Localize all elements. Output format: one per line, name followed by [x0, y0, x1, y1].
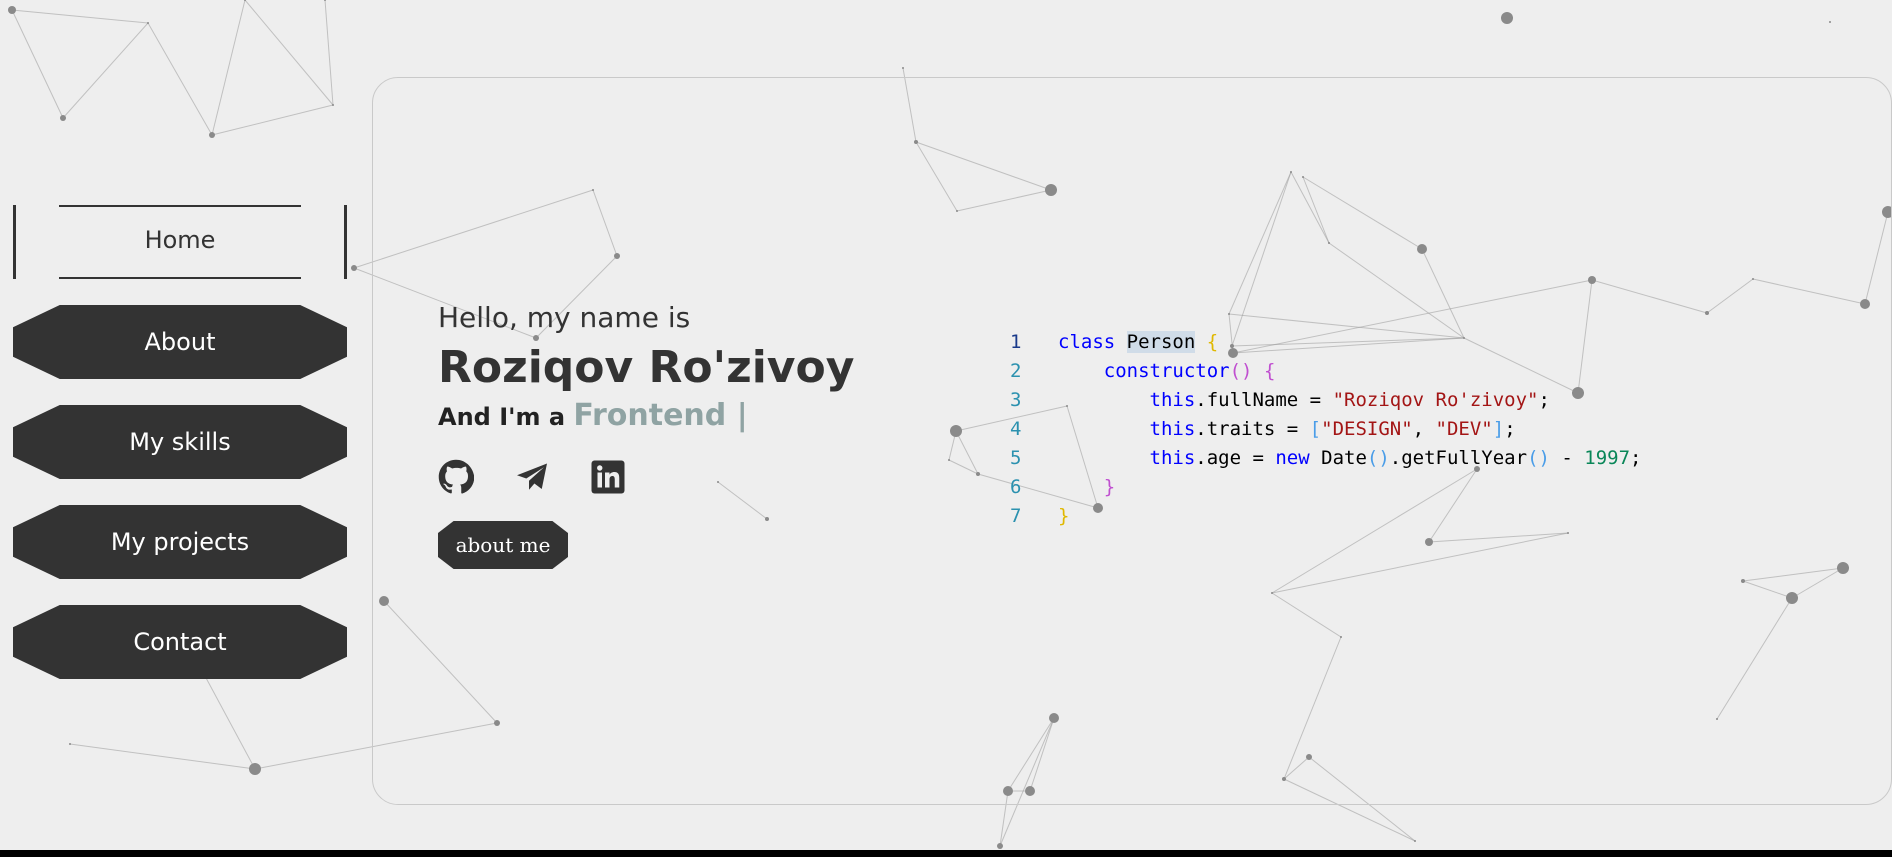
line-number: 3 — [1010, 389, 1022, 411]
code-line: 6 } — [1010, 473, 1642, 502]
code-brace: } — [1103, 476, 1116, 498]
network-particle — [324, 0, 326, 1]
code-line: 1 class Person { — [1010, 328, 1642, 357]
code-semicolon: ; — [1630, 447, 1642, 469]
network-particle — [249, 763, 261, 775]
nav-home-label: Home — [144, 226, 216, 254]
nav-home-button[interactable]: Home — [13, 205, 347, 279]
code-line: 2 constructor() { — [1010, 357, 1642, 386]
code-line: 7 } — [1010, 502, 1642, 531]
nav-projects-button[interactable]: My projects — [13, 505, 347, 579]
code-class-name: Person — [1126, 331, 1196, 353]
code-this: this — [1149, 447, 1196, 469]
typed-role: Frontend | — [573, 398, 748, 433]
network-particle — [332, 104, 334, 106]
github-icon[interactable] — [438, 459, 475, 495]
network-link — [62, 22, 149, 119]
nav-skills-button[interactable]: My skills — [13, 405, 347, 479]
line-number: 1 — [1010, 331, 1022, 353]
hero-name: Roziqov Ro'zivoy — [438, 342, 855, 393]
code-parens: () — [1527, 447, 1550, 469]
network-particle — [69, 743, 71, 745]
nav-about-label: About — [144, 328, 216, 356]
code-snippet: 1 class Person { 2 constructor() { 3 thi… — [1010, 328, 1642, 531]
network-link — [211, 104, 334, 136]
code-brace: { — [1263, 360, 1276, 382]
line-number: 2 — [1010, 360, 1022, 382]
about-me-button[interactable]: about me — [438, 521, 568, 569]
network-link — [11, 9, 64, 119]
network-particle — [351, 265, 357, 271]
code-brace: { — [1206, 331, 1219, 353]
code-age-prop: .age = — [1195, 447, 1276, 469]
network-link — [244, 0, 334, 106]
network-particle — [60, 115, 66, 121]
code-string: "Roziqov Ro'zivoy" — [1332, 389, 1539, 411]
code-brace: } — [1058, 505, 1070, 527]
network-link — [324, 0, 334, 106]
code-date: Date — [1309, 447, 1367, 469]
line-number: 7 — [1010, 505, 1022, 527]
code-number: 1997 — [1584, 447, 1631, 469]
network-particle — [8, 6, 16, 14]
network-link — [147, 22, 213, 136]
sidebar-nav: Home About My skills My projects Contact — [13, 205, 347, 705]
line-number: 5 — [1010, 447, 1022, 469]
nav-about-button[interactable]: About — [13, 305, 347, 379]
nav-contact-label: Contact — [133, 628, 227, 656]
network-link — [11, 9, 149, 24]
greeting-text: Hello, my name is — [438, 301, 691, 334]
code-line: 3 this.fullName = "Roziqov Ro'zivoy"; — [1010, 386, 1642, 415]
code-this: this — [1149, 389, 1196, 411]
network-particle — [902, 67, 904, 69]
code-constructor: constructor — [1103, 360, 1230, 382]
role-prefix: And I'm a — [438, 403, 566, 431]
network-link — [69, 743, 256, 770]
line-number: 4 — [1010, 418, 1022, 440]
network-particle — [147, 22, 149, 24]
code-keyword: class — [1058, 331, 1116, 353]
nav-projects-label: My projects — [110, 528, 250, 556]
code-line: 4 this.traits = ["DESIGN", "DEV"]; — [1010, 415, 1642, 444]
code-bracket: ] — [1492, 418, 1505, 440]
line-number: 6 — [1010, 476, 1022, 498]
network-particle — [1501, 12, 1513, 24]
code-minus: - — [1549, 447, 1585, 469]
code-comma: , — [1412, 418, 1436, 440]
telegram-icon[interactable] — [514, 459, 550, 495]
network-link — [211, 0, 246, 136]
linkedin-icon[interactable] — [590, 459, 626, 495]
code-line: 5 this.age = new Date().getFullYear() - … — [1010, 444, 1642, 473]
code-string: "DEV" — [1435, 418, 1493, 440]
code-fullname-prop: .fullName = — [1195, 389, 1333, 411]
network-particle — [1829, 21, 1831, 23]
code-bracket: [ — [1309, 418, 1322, 440]
hero-intro: Hello, my name is Roziqov Ro'zivoy And I… — [438, 298, 854, 569]
code-new: new — [1275, 447, 1310, 469]
network-particle — [244, 0, 246, 1]
network-particle — [997, 843, 1003, 849]
role-line: And I'm a Frontend | — [438, 400, 854, 433]
social-links — [438, 459, 854, 495]
code-parens: () — [1229, 360, 1253, 382]
code-semicolon: ; — [1538, 389, 1550, 411]
bottom-bar — [0, 850, 1892, 857]
network-particle — [209, 132, 215, 138]
network-particle — [1414, 840, 1416, 842]
code-traits-prop: .traits = — [1195, 418, 1310, 440]
code-string: "DESIGN" — [1321, 418, 1413, 440]
code-getyear: .getFullYear — [1389, 447, 1528, 469]
code-parens: () — [1366, 447, 1390, 469]
nav-skills-label: My skills — [129, 428, 231, 456]
code-semicolon: ; — [1504, 418, 1516, 440]
code-this: this — [1149, 418, 1196, 440]
nav-contact-button[interactable]: Contact — [13, 605, 347, 679]
